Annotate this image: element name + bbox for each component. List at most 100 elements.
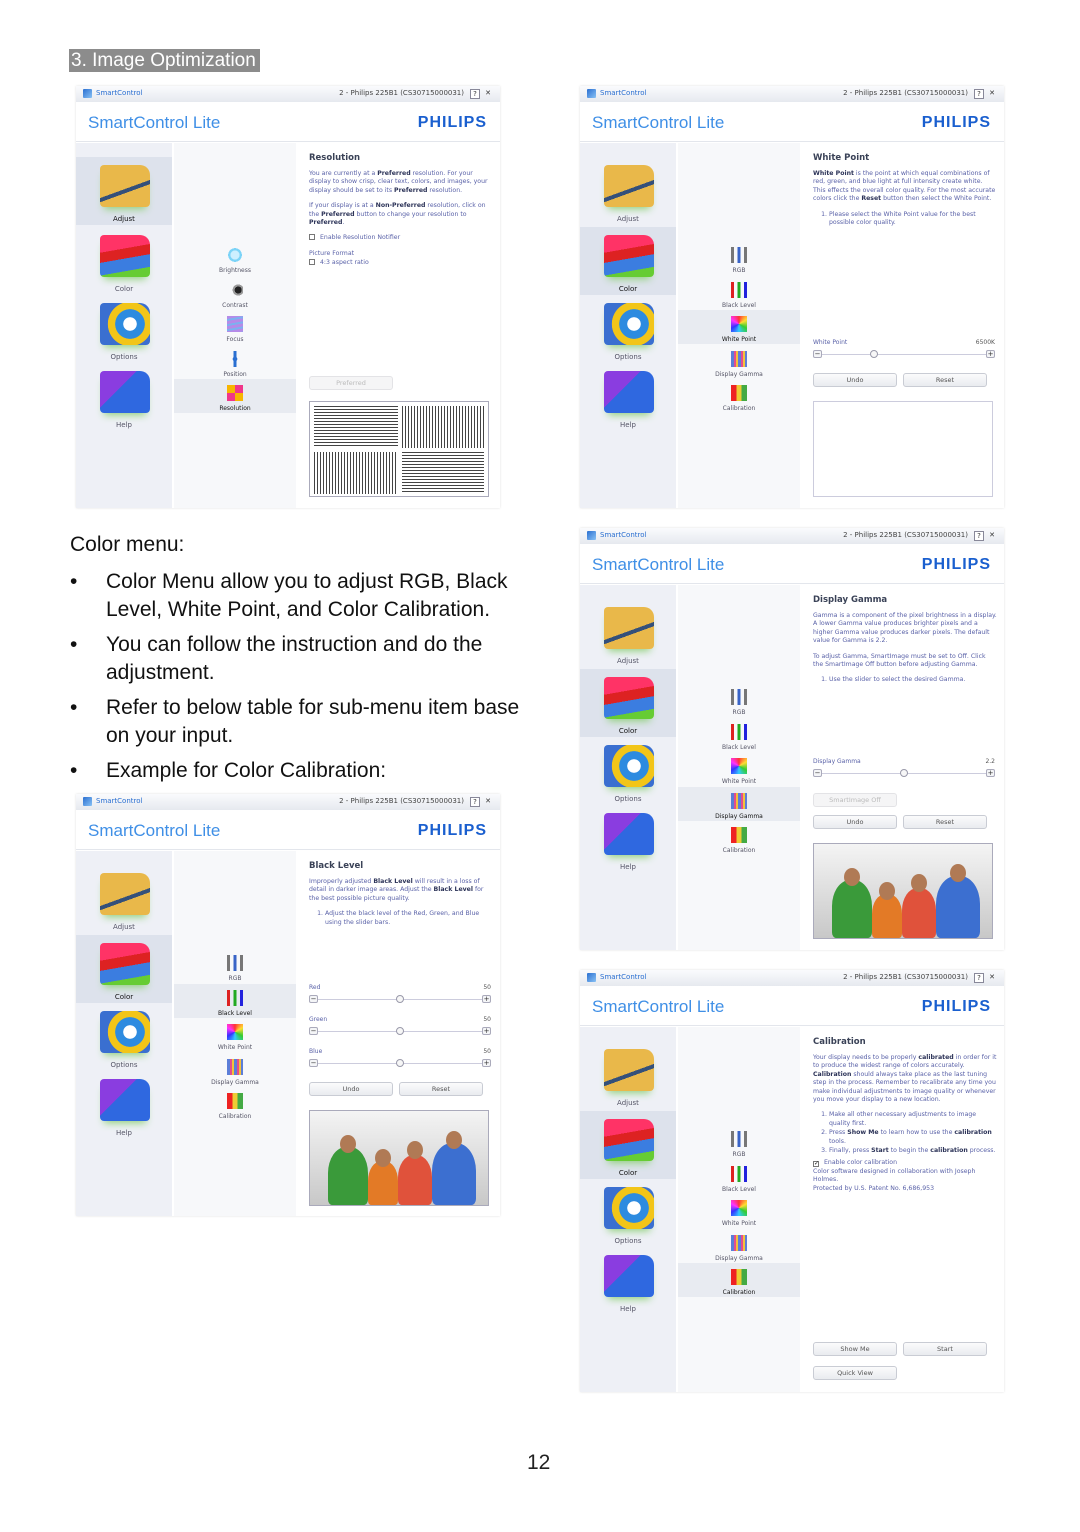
nav-item-color[interactable]: Color bbox=[76, 935, 172, 1003]
checkbox[interactable]: ✓ bbox=[813, 1161, 819, 1168]
plus-button[interactable]: + bbox=[482, 995, 491, 1003]
help-button[interactable]: ? bbox=[470, 797, 480, 807]
text-run: Finally, press bbox=[829, 1147, 872, 1155]
nav-item-color[interactable]: Color bbox=[580, 669, 676, 737]
slider-thumb[interactable] bbox=[396, 1059, 404, 1067]
minus-button[interactable]: − bbox=[309, 1027, 318, 1035]
show-me-button[interactable]: Show Me bbox=[813, 1342, 897, 1356]
sub-item-contrast[interactable]: Contrast bbox=[174, 276, 296, 310]
close-button[interactable]: ✕ bbox=[987, 973, 997, 983]
minus-button[interactable]: − bbox=[309, 995, 318, 1003]
close-button[interactable]: ✕ bbox=[987, 89, 997, 99]
sub-item-rgb[interactable]: RGB bbox=[678, 1125, 800, 1159]
nav-item-options[interactable]: Options bbox=[76, 295, 172, 363]
sub-item-resolution[interactable]: Resolution bbox=[174, 379, 296, 413]
nav-item-adjust[interactable]: Adjust bbox=[76, 157, 172, 225]
sub-item-focus[interactable]: Focus bbox=[174, 310, 296, 344]
start-button[interactable]: Start bbox=[903, 1342, 987, 1356]
slider-display-gamma[interactable]: Display Gamma 2.2 − + bbox=[813, 758, 995, 780]
sub-item-position[interactable]: Position bbox=[174, 345, 296, 379]
nav-item-options[interactable]: Options bbox=[580, 737, 676, 805]
close-button[interactable]: ✕ bbox=[483, 89, 493, 99]
help-button[interactable]: ? bbox=[974, 89, 984, 99]
nav-item-help[interactable]: Help bbox=[580, 805, 676, 873]
main-nav: Adjust Color Options Help bbox=[76, 143, 172, 508]
main-nav: Adjust Color Options Help bbox=[580, 143, 676, 508]
slider-thumb[interactable] bbox=[396, 1027, 404, 1035]
close-button[interactable]: ✕ bbox=[987, 531, 997, 541]
close-button[interactable]: ✕ bbox=[483, 797, 493, 807]
slider-thumb[interactable] bbox=[870, 350, 879, 358]
nav-item-options[interactable]: Options bbox=[580, 295, 676, 363]
sub-item-calibration[interactable]: Calibration bbox=[174, 1087, 296, 1121]
sub-item-white-point[interactable]: White Point bbox=[678, 752, 800, 786]
sub-item-calibration[interactable]: Calibration bbox=[678, 379, 800, 413]
sub-item-white-point[interactable]: White Point bbox=[678, 1194, 800, 1228]
undo-button[interactable]: Undo bbox=[309, 1082, 393, 1096]
smartimage-off-button[interactable]: SmartImage Off bbox=[813, 793, 897, 807]
sub-item-rgb[interactable]: RGB bbox=[174, 949, 296, 983]
checkbox-row[interactable]: 4:3 aspect ratio bbox=[309, 259, 493, 267]
nav-item-adjust[interactable]: Adjust bbox=[580, 599, 676, 667]
plus-button[interactable]: + bbox=[482, 1059, 491, 1067]
checkbox-row[interactable]: Enable Resolution Notifier bbox=[309, 234, 493, 242]
minus-button[interactable]: − bbox=[309, 1059, 318, 1067]
sub-item-rgb[interactable]: RGB bbox=[678, 241, 800, 275]
sub-item-black-level[interactable]: Black Level bbox=[678, 1160, 800, 1194]
sub-item-rgb[interactable]: RGB bbox=[678, 683, 800, 717]
minus-button[interactable]: − bbox=[813, 769, 822, 777]
quick-view-button[interactable]: Quick View bbox=[813, 1366, 897, 1380]
undo-button[interactable]: Undo bbox=[813, 815, 897, 829]
slider-white-point[interactable]: White Point 6500K − + bbox=[813, 339, 995, 361]
nav-item-adjust[interactable]: Adjust bbox=[580, 1041, 676, 1109]
nav-item-color[interactable]: Color bbox=[76, 227, 172, 295]
slider-track[interactable] bbox=[821, 354, 987, 355]
rgb-icon bbox=[731, 1131, 747, 1147]
help-button[interactable]: ? bbox=[470, 89, 480, 99]
nav-item-adjust[interactable]: Adjust bbox=[76, 865, 172, 933]
slider-green[interactable]: Green 50 − + bbox=[309, 1016, 491, 1038]
minus-button[interactable]: − bbox=[813, 350, 822, 358]
sub-item-display-gamma[interactable]: Display Gamma bbox=[678, 786, 800, 821]
smartcontrol-app-icon bbox=[587, 89, 596, 98]
nav-item-color[interactable]: Color bbox=[580, 1111, 676, 1179]
help-button[interactable]: ? bbox=[974, 531, 984, 541]
slider-thumb[interactable] bbox=[396, 995, 404, 1003]
sub-item-black-level[interactable]: Black Level bbox=[174, 983, 296, 1018]
sub-item-display-gamma[interactable]: Display Gamma bbox=[678, 345, 800, 379]
sub-item-display-gamma[interactable]: Display Gamma bbox=[174, 1053, 296, 1087]
nav-item-help[interactable]: Help bbox=[580, 1247, 676, 1315]
checkbox[interactable] bbox=[309, 234, 315, 241]
slider-label: Display Gamma bbox=[813, 758, 861, 765]
reset-button[interactable]: Reset bbox=[903, 815, 987, 829]
nav-item-help[interactable]: Help bbox=[76, 1071, 172, 1139]
nav-item-options[interactable]: Options bbox=[580, 1179, 676, 1247]
slider-thumb[interactable] bbox=[900, 769, 908, 777]
sub-item-brightness[interactable]: Brightness bbox=[174, 241, 296, 275]
plus-button[interactable]: + bbox=[482, 1027, 491, 1035]
nav-item-color[interactable]: Color bbox=[580, 227, 676, 295]
nav-item-adjust[interactable]: Adjust bbox=[580, 157, 676, 225]
reset-button[interactable]: Reset bbox=[399, 1082, 483, 1096]
sub-item-calibration[interactable]: Calibration bbox=[678, 821, 800, 855]
app-title: SmartControl Lite bbox=[592, 113, 725, 132]
preferred-button[interactable]: Preferred bbox=[309, 376, 393, 390]
slider-red[interactable]: Red 50 − + bbox=[309, 984, 491, 1006]
help-button[interactable]: ? bbox=[974, 973, 984, 983]
checkbox-row[interactable]: ✓ Enable color calibration bbox=[813, 1159, 997, 1168]
sub-item-white-point[interactable]: White Point bbox=[678, 310, 800, 344]
plus-button[interactable]: + bbox=[986, 350, 995, 358]
sub-item-black-level[interactable]: Black Level bbox=[678, 718, 800, 752]
checkbox[interactable] bbox=[309, 259, 315, 266]
sub-item-white-point[interactable]: White Point bbox=[174, 1018, 296, 1052]
undo-button[interactable]: Undo bbox=[813, 373, 897, 387]
nav-item-options[interactable]: Options bbox=[76, 1003, 172, 1071]
sub-item-calibration[interactable]: Calibration bbox=[678, 1263, 800, 1297]
sub-item-black-level[interactable]: Black Level bbox=[678, 276, 800, 310]
nav-item-help[interactable]: Help bbox=[76, 363, 172, 431]
nav-item-help[interactable]: Help bbox=[580, 363, 676, 431]
slider-blue[interactable]: Blue 50 − + bbox=[309, 1048, 491, 1070]
sub-item-display-gamma[interactable]: Display Gamma bbox=[678, 1229, 800, 1263]
plus-button[interactable]: + bbox=[986, 769, 995, 777]
reset-button[interactable]: Reset bbox=[903, 373, 987, 387]
